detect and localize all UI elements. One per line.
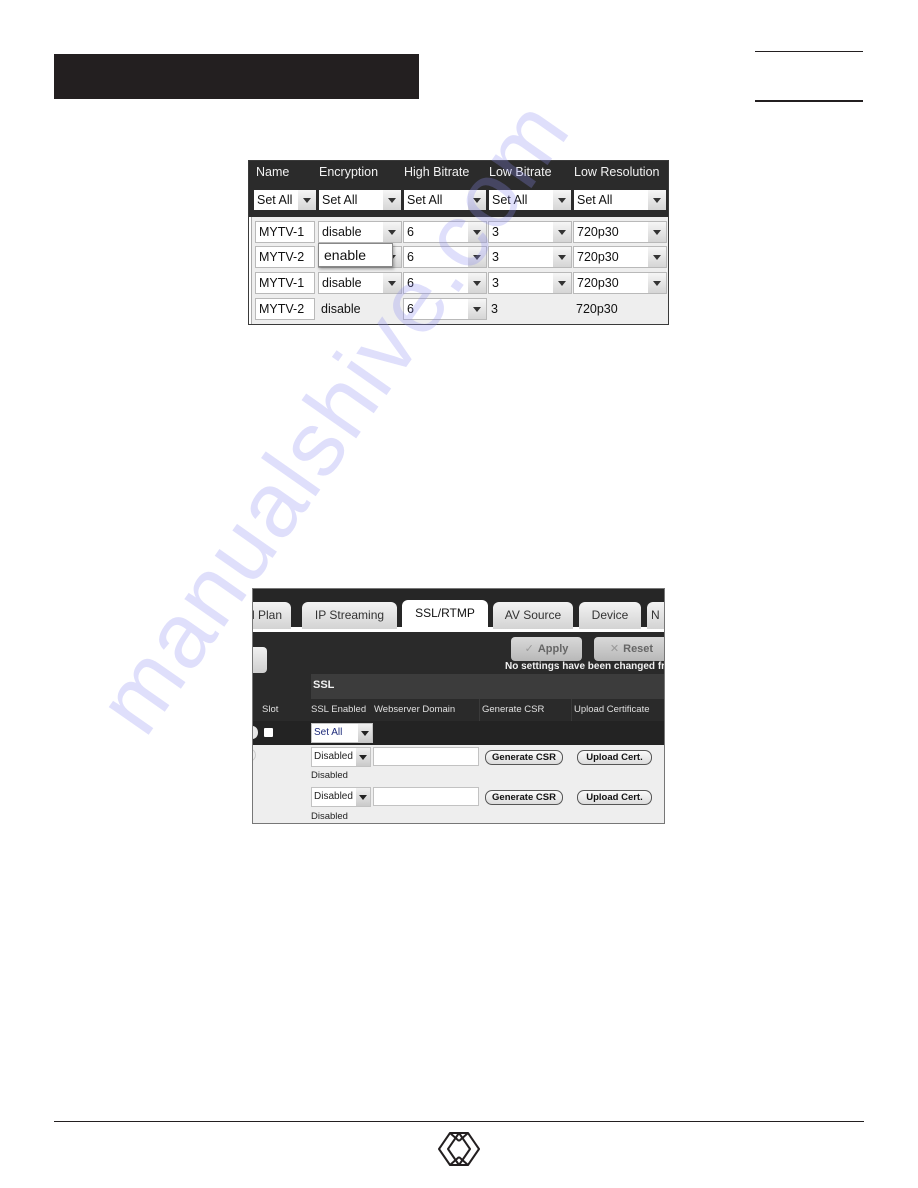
low-bitrate-select[interactable]: 3 <box>488 272 572 294</box>
channel-name-input[interactable]: MYTV-1 <box>255 221 315 243</box>
header-rule-bottom <box>755 100 863 102</box>
high-bitrate-select[interactable]: 6 <box>403 272 487 294</box>
tab-device[interactable]: Device <box>579 602 641 629</box>
chevron-down-icon <box>358 724 372 742</box>
channel-settings-screenshot: Name Encryption High Bitrate Low Bitrate… <box>248 160 669 325</box>
low-bitrate-select[interactable]: 3 <box>488 246 572 268</box>
reset-button[interactable]: ✕ Reset <box>594 637 664 661</box>
ssl-state-text: Disabled <box>311 811 348 822</box>
chevron-down-icon <box>648 247 666 267</box>
generate-csr-button[interactable]: Generate CSR <box>485 750 563 765</box>
set-all-low-resolution-select[interactable]: Set All <box>573 189 667 211</box>
status-message: No settings have been changed fro <box>505 661 665 672</box>
chevron-down-icon <box>298 190 316 210</box>
page-header-bar <box>54 54 419 99</box>
chevron-down-icon <box>468 190 486 210</box>
high-bitrate-select[interactable]: 6 <box>403 246 487 268</box>
chevron-down-icon <box>553 222 571 242</box>
row-radio[interactable] <box>253 749 256 761</box>
black-box-logo-icon <box>438 1132 480 1166</box>
webserver-domain-input[interactable] <box>373 787 479 806</box>
tab-next[interactable]: N <box>647 602 664 629</box>
set-all-name-select[interactable]: Set All <box>253 189 317 211</box>
tab-av-source[interactable]: AV Source <box>493 602 573 629</box>
column-header-slot: Slot <box>262 704 279 715</box>
high-bitrate-select[interactable]: 6 <box>403 221 487 243</box>
column-header-high-bitrate: High Bitrate <box>404 165 470 179</box>
header-rule-top <box>755 51 863 52</box>
column-header-upload-certificate: Upload Certificate <box>574 704 650 715</box>
column-divider <box>479 699 480 721</box>
high-bitrate-select[interactable]: 6 <box>403 298 487 320</box>
generate-csr-button[interactable]: Generate CSR <box>485 790 563 805</box>
row-selector-edge <box>249 217 252 324</box>
set-all-encryption-select[interactable]: Set All <box>318 189 402 211</box>
ssl-section-title: SSL <box>313 679 335 691</box>
column-header-webserver-domain: Webserver Domain <box>374 704 456 715</box>
chevron-down-icon <box>648 222 666 242</box>
chevron-down-icon <box>553 247 571 267</box>
column-header-generate-csr: Generate CSR <box>482 704 545 715</box>
low-bitrate-select[interactable]: 3 <box>488 221 572 243</box>
encryption-dropdown-option-enable[interactable]: enable <box>318 243 393 267</box>
table-header: Name Encryption High Bitrate Low Bitrate… <box>249 161 668 217</box>
set-all-low-bitrate-select[interactable]: Set All <box>488 189 572 211</box>
ssl-state-text: Disabled <box>311 770 348 781</box>
channel-name-input[interactable]: MYTV-2 <box>255 246 315 268</box>
tab-ip-streaming[interactable]: IP Streaming <box>302 602 397 629</box>
tab-ssl-rtmp[interactable]: SSL/RTMP <box>402 600 488 632</box>
select-all-checkbox[interactable] <box>264 728 273 737</box>
chevron-down-icon <box>553 273 571 293</box>
low-resolution-select[interactable]: 720p30 <box>573 221 667 243</box>
encryption-select[interactable]: disable <box>318 272 402 294</box>
ssl-enabled-select[interactable]: Disabled <box>311 787 371 807</box>
chevron-down-icon <box>468 222 486 242</box>
encryption-select[interactable]: disable <box>318 221 402 243</box>
channel-name-input[interactable]: MYTV-1 <box>255 272 315 294</box>
upload-cert-button[interactable]: Upload Cert. <box>577 790 652 805</box>
low-resolution-select[interactable]: 720p30 <box>573 272 667 294</box>
chevron-down-icon <box>383 222 401 242</box>
x-icon: ✕ <box>609 643 620 655</box>
chevron-down-icon <box>648 273 666 293</box>
chevron-down-icon <box>553 190 571 210</box>
encryption-value: disable <box>321 302 361 316</box>
column-header-low-resolution: Low Resolution <box>574 165 660 179</box>
channel-name-input[interactable]: MYTV-2 <box>255 298 315 320</box>
tab-dial-plan[interactable]: l Plan <box>253 602 291 629</box>
apply-button[interactable]: ✓ Apply <box>511 637 582 661</box>
chevron-down-icon <box>648 190 666 210</box>
chevron-down-icon <box>468 273 486 293</box>
upload-cert-button[interactable]: Upload Cert. <box>577 750 652 765</box>
low-bitrate-value: 3 <box>491 302 498 316</box>
webserver-domain-input[interactable] <box>373 747 479 766</box>
partial-button[interactable] <box>253 647 267 673</box>
column-header-low-bitrate: Low Bitrate <box>489 165 552 179</box>
ssl-rtmp-screenshot: l Plan IP Streaming SSL/RTMP AV Source D… <box>252 588 665 824</box>
ssl-section-band <box>311 674 664 699</box>
column-header-ssl-enabled: SSL Enabled <box>311 704 367 715</box>
column-divider <box>571 699 572 721</box>
low-resolution-select[interactable]: 720p30 <box>573 246 667 268</box>
chevron-down-icon <box>468 247 486 267</box>
chevron-down-icon <box>356 788 370 806</box>
column-header-encryption: Encryption <box>319 165 379 179</box>
chevron-down-icon <box>383 273 401 293</box>
chevron-down-icon <box>383 190 401 210</box>
column-header-name: Name <box>256 165 290 179</box>
check-icon: ✓ <box>524 643 534 655</box>
footer-rule <box>54 1121 864 1122</box>
set-all-high-bitrate-select[interactable]: Set All <box>403 189 487 211</box>
low-resolution-value: 720p30 <box>576 302 618 316</box>
ssl-enabled-select[interactable]: Disabled <box>311 747 371 767</box>
chevron-down-icon <box>356 748 370 766</box>
set-all-ssl-select[interactable]: Set All <box>311 723 373 743</box>
chevron-down-icon <box>468 299 486 319</box>
